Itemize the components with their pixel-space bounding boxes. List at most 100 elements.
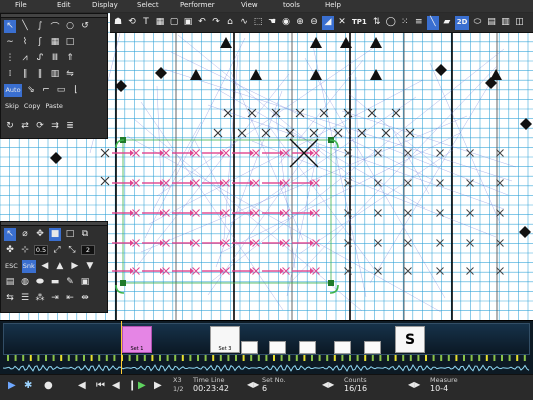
flip-icon[interactable]: ⇋ [64, 68, 76, 81]
audio-waveform[interactable] [3, 363, 530, 373]
set-thumbnail[interactable] [299, 341, 316, 354]
zoom-out-icon[interactable]: ⊖ [308, 16, 320, 30]
select-arrow-icon[interactable]: ↖ [4, 227, 16, 241]
stop-icon[interactable]: ❙ [128, 381, 136, 391]
film-icon[interactable]: ▤ [485, 16, 497, 30]
close-icon[interactable]: ✕ [336, 16, 348, 30]
measure-prev-next-icon[interactable]: ◀▶ [408, 381, 420, 389]
count-prev-next-icon[interactable]: ◀▶ [322, 381, 334, 389]
set-marker-active[interactable]: Set 1 [122, 326, 152, 353]
follow-icon[interactable]: ⇘ [25, 84, 37, 97]
playhead[interactable] [121, 321, 122, 377]
dots-icon[interactable]: ⁙ [399, 16, 411, 30]
volume-icon[interactable]: ◀ [78, 381, 86, 391]
zigzag-icon[interactable]: ⩘ [19, 52, 31, 65]
speed-fraction[interactable]: 1/2 [173, 385, 183, 393]
esc-button[interactable]: ESC [4, 260, 19, 273]
menu-display[interactable]: Display [92, 1, 118, 9]
skip-button[interactable]: Skip [4, 100, 20, 113]
drive-icon[interactable]: ▬ [49, 276, 61, 289]
fill-square-icon[interactable]: ■ [49, 227, 61, 241]
grid-icon[interactable]: ▦ [154, 16, 166, 30]
arrow-down-icon[interactable]: ▼ [84, 260, 96, 273]
bracket-icon[interactable]: ⌐ [40, 84, 52, 97]
redo-icon[interactable]: ↷ [210, 16, 222, 30]
eraser-icon[interactable]: ▰ [441, 16, 453, 30]
fit-icon[interactable]: ◢ [322, 15, 334, 30]
stack-icon[interactable]: ≣ [64, 120, 76, 133]
menu-edit[interactable]: Edit [57, 1, 71, 9]
pointer-icon[interactable]: ↖ [4, 19, 16, 33]
sparkle-icon[interactable]: ✱ [24, 381, 32, 391]
set-thumbnail[interactable] [364, 341, 381, 354]
scatter-icon[interactable]: ⁂ [34, 292, 46, 305]
rank-icon[interactable]: ∥ [19, 68, 31, 81]
circle-icon[interactable]: ○ [64, 20, 76, 33]
copy-button[interactable]: Copy [23, 100, 42, 113]
exchange-icon[interactable]: ⇄ [19, 120, 31, 133]
rotate-block-icon[interactable]: ⟳ [34, 120, 46, 133]
ring-icon[interactable]: ◯ [385, 16, 397, 30]
arrow-left-icon[interactable]: ◀ [39, 260, 51, 273]
stair-icon[interactable]: ⌊ [70, 84, 82, 97]
stroke-field[interactable]: 0.5 [34, 245, 48, 255]
undo-icon[interactable]: ↶ [196, 16, 208, 30]
rotate-icon[interactable]: ⟲ [126, 16, 138, 30]
panel-icon[interactable]: ▥ [499, 16, 511, 30]
wave-icon[interactable]: ⌇ [19, 36, 31, 49]
bars-icon[interactable]: ‖ [34, 68, 46, 81]
diagonal-line-icon[interactable]: ╲ [19, 20, 31, 33]
expand-icon[interactable]: ⤢ [51, 244, 63, 257]
mirror-icon[interactable]: ⇆ [4, 292, 16, 305]
align-right-icon[interactable]: ⇥ [49, 292, 61, 305]
ellipse-icon[interactable]: ⬭ [471, 16, 483, 30]
arrow-up-icon[interactable]: ▲ [54, 260, 66, 273]
menu-file[interactable]: File [15, 1, 27, 9]
paste-button[interactable]: Paste [44, 100, 64, 113]
align-left-icon[interactable]: ⇤ [64, 292, 76, 305]
menu-tools[interactable]: tools [283, 1, 300, 9]
sort-icon[interactable]: ⇅ [371, 16, 383, 30]
auto-button[interactable]: Auto [4, 83, 22, 97]
square-icon[interactable]: □ [64, 36, 76, 49]
window-icon[interactable]: ▢ [168, 16, 180, 30]
set-prev-next-icon[interactable]: ◀▶ [247, 381, 259, 389]
freehand-icon[interactable]: ∼ [4, 36, 16, 49]
line-tool-icon[interactable]: ╲ [426, 15, 439, 30]
split-icon[interactable]: ◫ [513, 16, 525, 30]
center-icon[interactable]: ⊹ [19, 244, 31, 257]
count-field[interactable]: 2 [81, 245, 95, 255]
step-back-icon[interactable]: ◀ [112, 381, 120, 391]
film-frame-icon[interactable]: ▤ [4, 276, 16, 289]
lines-icon[interactable]: ≡ [413, 16, 425, 30]
move-icon[interactable]: ✥ [34, 228, 46, 241]
menu-view[interactable]: View [241, 1, 258, 9]
spiral-icon[interactable]: ↺ [79, 20, 91, 33]
tp1-button[interactable]: TP1 [350, 16, 369, 30]
outline-square-icon[interactable]: □ [64, 228, 76, 241]
menu-performer[interactable]: Performer [180, 1, 215, 9]
dots-column-icon[interactable]: ⁞ [4, 68, 16, 81]
grid-tool-icon[interactable]: ▥ [49, 68, 61, 81]
arrow-right-icon[interactable]: ▶ [69, 260, 81, 273]
align-icon[interactable]: ☰ [19, 292, 31, 305]
nudge-icon[interactable]: ✤ [4, 244, 16, 257]
arc-icon[interactable]: ⌒ [49, 20, 61, 33]
edit-icon[interactable]: ✎ [64, 276, 76, 289]
metronome-icon[interactable]: ● [44, 381, 53, 391]
cursor-icon[interactable]: ☚ [266, 16, 278, 30]
set-thumbnail[interactable] [269, 341, 286, 354]
lasso-icon[interactable]: ⌀ [19, 228, 31, 241]
curve-line-icon[interactable]: ∫ [34, 20, 46, 33]
s-curve-icon[interactable]: ʃ [34, 36, 46, 49]
picture-icon[interactable]: ▣ [79, 276, 91, 289]
rewind-start-icon[interactable]: ⏮ [96, 381, 105, 391]
curve-icon[interactable]: ∿ [238, 16, 250, 30]
select-icon[interactable]: ⬚ [252, 16, 264, 30]
contour-icon[interactable]: ◍ [19, 276, 31, 289]
eye-icon[interactable]: ◉ [280, 16, 292, 30]
set-thumbnail[interactable] [241, 341, 258, 354]
distribute-icon[interactable]: ⇹ [79, 292, 91, 305]
lock-icon[interactable]: ⌂ [224, 16, 236, 30]
oval-icon[interactable]: ⬬ [34, 276, 46, 289]
